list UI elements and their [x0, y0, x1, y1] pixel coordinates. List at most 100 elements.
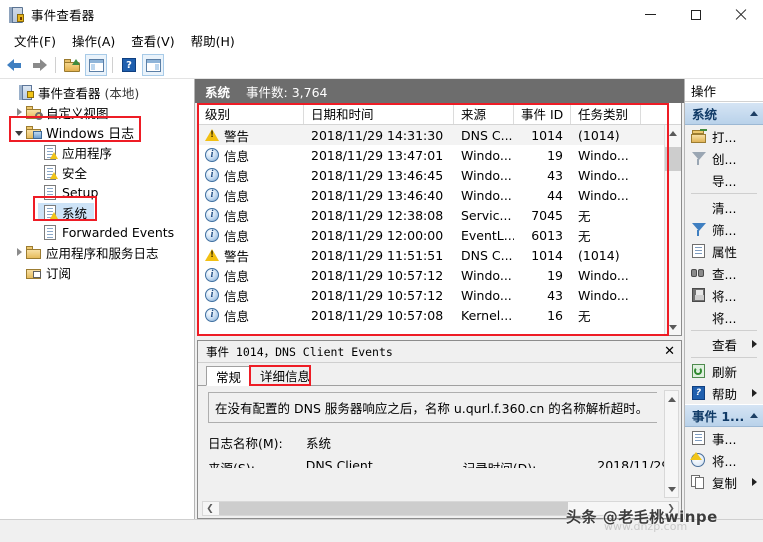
- forward-icon: [31, 58, 47, 72]
- chevron-right-icon: [752, 478, 757, 486]
- chevron-right-icon[interactable]: [12, 108, 26, 116]
- action-view[interactable]: 查看: [685, 333, 763, 355]
- scrollbar-track[interactable]: [665, 141, 681, 319]
- information-icon: [205, 208, 219, 222]
- tree-item-forwarded-events[interactable]: Forwarded Events: [0, 222, 194, 242]
- close-button[interactable]: [718, 0, 763, 29]
- menu-action[interactable]: 操作(A): [64, 29, 123, 52]
- scroll-up-icon[interactable]: [664, 391, 680, 407]
- cell-event-id: 16: [547, 307, 563, 323]
- column-header-datetime[interactable]: 日期和时间: [304, 103, 454, 124]
- chevron-down-icon[interactable]: [12, 129, 26, 136]
- tab-general[interactable]: 常规: [206, 366, 252, 386]
- scroll-down-icon[interactable]: [664, 481, 680, 497]
- cell-event-id: 7045: [531, 207, 563, 223]
- close-icon[interactable]: ✕: [664, 344, 675, 359]
- table-row[interactable]: 信息 2018/11/29 13:47:01 Windo... 19 Windo…: [198, 145, 681, 165]
- chevron-right-icon[interactable]: [12, 248, 26, 256]
- open-folder-button[interactable]: [61, 54, 83, 76]
- table-row[interactable]: 警告 2018/11/29 14:31:30 DNS C... 1014 (10…: [198, 125, 681, 145]
- cell-datetime: 2018/11/29 13:46:45: [311, 167, 444, 183]
- tree-item-application[interactable]: 应用程序: [0, 142, 194, 162]
- back-button[interactable]: [4, 54, 26, 76]
- table-row[interactable]: 信息 2018/11/29 10:57:12 Windo... 43 Windo…: [198, 285, 681, 305]
- action-import-custom-view[interactable]: 导...: [685, 169, 763, 191]
- show-tree-pane-icon: [88, 58, 104, 72]
- events-scrollbar[interactable]: [664, 125, 681, 335]
- scroll-up-icon[interactable]: [665, 125, 681, 141]
- scroll-down-icon[interactable]: [665, 319, 681, 335]
- action-copy[interactable]: 复制: [685, 471, 763, 493]
- tab-details[interactable]: 详细信息: [251, 365, 319, 385]
- detail-vertical-scrollbar[interactable]: [664, 390, 679, 498]
- tree-item-subscriptions[interactable]: 订阅: [0, 262, 194, 282]
- menu-help[interactable]: 帮助(H): [183, 29, 243, 52]
- minimize-button[interactable]: [628, 0, 673, 29]
- menu-file[interactable]: 文件(F): [6, 29, 64, 52]
- tree-item-custom-views[interactable]: 自定义视图: [0, 102, 194, 122]
- table-row[interactable]: 信息 2018/11/29 12:00:00 EventL... 6013 无: [198, 225, 681, 245]
- cell-datetime: 2018/11/29 10:57:12: [311, 267, 444, 283]
- scrollbar-track[interactable]: [217, 502, 664, 515]
- column-header-event-id[interactable]: 事件 ID: [514, 103, 571, 124]
- log-name: 系统: [205, 84, 231, 100]
- action-label: 属性: [712, 244, 738, 260]
- action-label: 刷新: [712, 364, 738, 380]
- tree-item-setup[interactable]: Setup: [0, 182, 194, 202]
- table-row[interactable]: 信息 2018/11/29 13:46:40 Windo... 44 Windo…: [198, 185, 681, 205]
- forward-button[interactable]: [28, 54, 50, 76]
- table-row[interactable]: 信息 2018/11/29 10:57:12 Windo... 19 Windo…: [198, 265, 681, 285]
- column-header-source[interactable]: 来源: [454, 103, 514, 124]
- scroll-left-icon[interactable]: ❮: [203, 504, 217, 514]
- detail-horizontal-scrollbar[interactable]: ❮ ❯: [202, 501, 679, 516]
- action-save-events[interactable]: 将...: [685, 284, 763, 306]
- tree-item-security[interactable]: 安全: [0, 162, 194, 182]
- action-properties[interactable]: 属性: [685, 240, 763, 262]
- cell-datetime: 2018/11/29 13:47:01: [311, 147, 444, 163]
- cell-datetime: 2018/11/29 10:57:12: [311, 287, 444, 303]
- information-icon: [205, 188, 219, 202]
- action-event-properties[interactable]: 事...: [685, 427, 763, 449]
- action-attach-task-to-event[interactable]: 将...: [685, 449, 763, 471]
- cell-source: Windo...: [461, 287, 512, 303]
- action-filter-current-log[interactable]: 筛...: [685, 218, 763, 240]
- event-viewer-window: 事件查看器 文件(F) 操作(A) 查看(V) 帮助(H) ? 事件查看器 (本…: [0, 0, 763, 542]
- table-row[interactable]: 警告 2018/11/29 11:51:51 DNS C... 1014 (10…: [198, 245, 681, 265]
- table-row[interactable]: 信息 2018/11/29 12:38:08 Servic... 7045 无: [198, 205, 681, 225]
- help-button[interactable]: ?: [118, 54, 140, 76]
- column-header-level[interactable]: 级别: [198, 103, 304, 124]
- maximize-button[interactable]: [673, 0, 718, 29]
- scrollbar-thumb[interactable]: [219, 502, 568, 515]
- action-attach-task[interactable]: 将...: [685, 306, 763, 328]
- cell-event-id: 1014: [531, 247, 563, 263]
- show-action-pane-button[interactable]: [142, 54, 164, 76]
- toolbar-separator-2: [112, 57, 113, 73]
- action-create-custom-view[interactable]: 创...: [685, 147, 763, 169]
- action-find[interactable]: 查...: [685, 262, 763, 284]
- field-label: 来源(S):: [208, 458, 306, 468]
- action-open-saved-log[interactable]: 打...: [685, 125, 763, 147]
- show-tree-pane-button[interactable]: [85, 54, 107, 76]
- tree-item-system[interactable]: 系统: [0, 202, 194, 222]
- tree-item-applications-and-services-logs[interactable]: 应用程序和服务日志: [0, 242, 194, 262]
- action-label: 将...: [712, 288, 737, 304]
- table-row[interactable]: 信息 2018/11/29 13:46:45 Windo... 43 Windo…: [198, 165, 681, 185]
- action-refresh[interactable]: 刷新: [685, 360, 763, 382]
- table-row[interactable]: 信息 2018/11/29 10:57:08 Kernel... 16 无: [198, 305, 681, 325]
- console-tree-pane: 事件查看器 (本地) 自定义视图 Windows 日志 应用程序 安全 Setu…: [0, 79, 195, 519]
- actions-pane: 操作 系统 打... 创... 导... 清... 筛... 属性 查... 将…: [684, 79, 763, 519]
- menu-view[interactable]: 查看(V): [123, 29, 182, 52]
- actions-title: 操作: [685, 79, 763, 102]
- scrollbar-thumb[interactable]: [665, 147, 681, 171]
- action-help[interactable]: ? 帮助: [685, 382, 763, 404]
- scroll-right-icon[interactable]: ❯: [664, 504, 678, 514]
- tree-item-label: 应用程序和服务日志: [46, 245, 159, 261]
- actions-group-system[interactable]: 系统: [685, 102, 763, 125]
- actions-group-event[interactable]: 事件 1...: [685, 404, 763, 427]
- tree-item-event-viewer[interactable]: 事件查看器 (本地): [0, 82, 194, 102]
- log-header: 系统 事件数: 3,764: [195, 79, 684, 103]
- tree-item-windows-logs[interactable]: Windows 日志: [0, 122, 194, 142]
- action-clear-log[interactable]: 清...: [685, 196, 763, 218]
- column-header-task[interactable]: 任务类别: [571, 103, 641, 124]
- action-label: 复制: [712, 475, 738, 491]
